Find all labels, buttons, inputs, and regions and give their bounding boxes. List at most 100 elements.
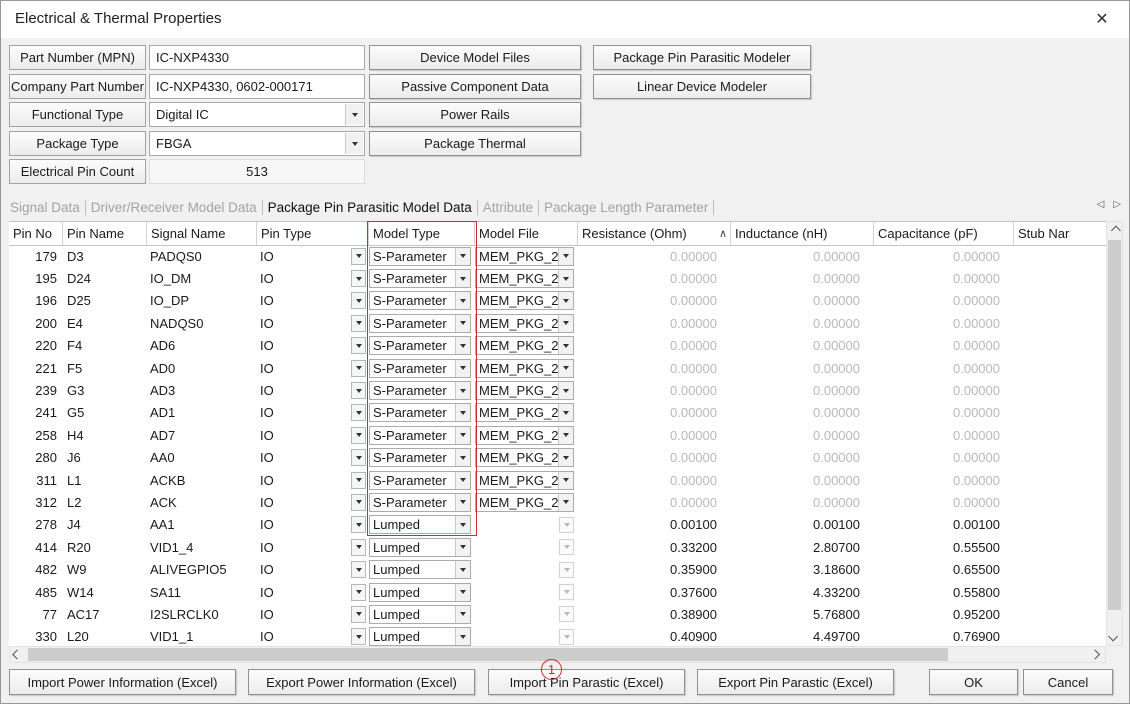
col-model-file[interactable]: Model File (475, 222, 578, 245)
model-file-select[interactable]: MEM_PKG_2 (475, 291, 574, 310)
model-file-select[interactable]: MEM_PKG_2 (475, 336, 574, 355)
model-file-select[interactable]: MEM_PKG_2 (475, 426, 574, 445)
export-pin-parastic-button[interactable]: Export Pin Parastic (Excel) (697, 669, 894, 695)
chevron-down-icon[interactable] (559, 517, 574, 533)
cell-capacitance[interactable]: 0.95200 (874, 603, 1014, 625)
cell-resistance[interactable]: 0.00000 (578, 379, 731, 401)
table-row[interactable]: 196 D25 IO_DP IO S-Parameter MEM_PKG_2 0… (9, 290, 1106, 312)
table-row[interactable]: 482 W9 ALIVEGPIO5 IO Lumped 0.35900 3. (9, 558, 1106, 580)
device-model-files-button[interactable]: Device Model Files (369, 45, 581, 70)
model-file-select[interactable] (475, 538, 574, 557)
cell-stub-narrow[interactable] (1014, 379, 1106, 401)
cell-stub-narrow[interactable] (1014, 402, 1106, 424)
chevron-down-icon[interactable] (351, 628, 366, 645)
cell-capacitance[interactable]: 0.00000 (874, 357, 1014, 379)
model-file-select[interactable]: MEM_PKG_2 (475, 403, 574, 422)
label-electrical-pin-count[interactable]: Electrical Pin Count (9, 159, 146, 184)
cell-inductance[interactable]: 0.00000 (731, 312, 874, 334)
chevron-down-icon[interactable] (351, 315, 366, 332)
cell-inductance[interactable]: 2.80700 (731, 536, 874, 558)
chevron-down-icon[interactable] (351, 449, 366, 466)
pin-type-select[interactable]: IO (257, 245, 369, 267)
cell-resistance[interactable]: 0.00000 (578, 312, 731, 334)
chevron-down-icon[interactable] (558, 472, 573, 489)
chevron-down-icon[interactable] (351, 472, 366, 489)
model-type-select[interactable]: Lumped (369, 515, 471, 534)
cell-stub-narrow[interactable] (1014, 514, 1106, 536)
chevron-down-icon[interactable] (455, 449, 470, 466)
table-row[interactable]: 258 H4 AD7 IO S-Parameter MEM_PKG_2 0.00… (9, 424, 1106, 446)
cell-stub-narrow[interactable] (1014, 581, 1106, 603)
tab-attribute[interactable]: Attribute (478, 200, 538, 215)
cell-inductance[interactable]: 0.00000 (731, 290, 874, 312)
chevron-down-icon[interactable] (559, 562, 574, 578)
pin-type-select[interactable]: IO (257, 424, 369, 446)
col-model-type[interactable]: Model Type (369, 222, 475, 245)
chevron-down-icon[interactable] (351, 539, 366, 556)
chevron-down-icon[interactable] (558, 360, 573, 377)
pin-type-select[interactable]: IO (257, 267, 369, 289)
model-type-select[interactable]: Lumped (369, 605, 471, 624)
cell-inductance[interactable]: 0.00000 (731, 245, 874, 267)
tab-package-length-parameter[interactable]: Package Length Parameter (539, 200, 713, 215)
chevron-down-icon[interactable] (455, 382, 470, 399)
cell-inductance[interactable]: 4.33200 (731, 581, 874, 603)
chevron-down-icon[interactable] (558, 427, 573, 444)
model-type-select[interactable]: S-Parameter (369, 426, 471, 445)
chevron-down-icon[interactable] (345, 133, 363, 154)
chevron-down-icon[interactable] (351, 584, 366, 601)
chevron-down-icon[interactable] (455, 292, 470, 309)
tab-scroll-left-icon[interactable]: ◁ (1097, 199, 1105, 210)
model-type-select[interactable]: S-Parameter (369, 448, 471, 467)
chevron-down-icon[interactable] (351, 606, 366, 623)
model-file-select[interactable]: MEM_PKG_2 (475, 493, 574, 512)
chevron-down-icon[interactable] (558, 292, 573, 309)
cell-resistance[interactable]: 0.35900 (578, 558, 731, 580)
cell-resistance[interactable]: 0.00100 (578, 514, 731, 536)
model-file-select[interactable]: MEM_PKG_2 (475, 448, 574, 467)
cell-capacitance[interactable]: 0.00000 (874, 424, 1014, 446)
power-rails-button[interactable]: Power Rails (369, 102, 581, 127)
pin-type-select[interactable]: IO (257, 312, 369, 334)
pin-type-select[interactable]: IO (257, 491, 369, 513)
model-file-select[interactable] (475, 627, 574, 646)
model-type-select[interactable]: S-Parameter (369, 493, 471, 512)
label-part-number[interactable]: Part Number (MPN) (9, 45, 146, 70)
model-type-select[interactable]: Lumped (369, 583, 471, 602)
cell-stub-narrow[interactable] (1014, 335, 1106, 357)
chevron-down-icon[interactable] (455, 494, 470, 511)
cell-capacitance[interactable]: 0.00000 (874, 245, 1014, 267)
table-row[interactable]: 280 J6 AA0 IO S-Parameter MEM_PKG_2 0.00… (9, 447, 1106, 469)
chevron-down-icon[interactable] (559, 629, 574, 645)
model-file-select[interactable]: MEM_PKG_2 (475, 471, 574, 490)
package-thermal-button[interactable]: Package Thermal (369, 131, 581, 156)
pin-type-select[interactable]: IO (257, 357, 369, 379)
model-type-select[interactable]: S-Parameter (369, 359, 471, 378)
chevron-down-icon[interactable] (351, 270, 366, 287)
col-signal-name[interactable]: Signal Name (147, 222, 257, 245)
chevron-down-icon[interactable] (455, 628, 470, 645)
table-row[interactable]: 239 G3 AD3 IO S-Parameter MEM_PKG_2 0.00… (9, 379, 1106, 401)
sort-ascending-icon[interactable]: ∧ (719, 227, 730, 240)
table-row[interactable]: 330 L20 VID1_1 IO Lumped 0.40900 4.497 (9, 626, 1106, 646)
cell-inductance[interactable]: 0.00000 (731, 267, 874, 289)
cell-stub-narrow[interactable] (1014, 290, 1106, 312)
cell-inductance[interactable]: 5.76800 (731, 603, 874, 625)
chevron-down-icon[interactable] (351, 360, 366, 377)
chevron-down-icon[interactable] (455, 472, 470, 489)
horizontal-scrollbar[interactable] (9, 646, 1106, 663)
model-type-select[interactable]: Lumped (369, 627, 471, 646)
cell-resistance[interactable]: 0.00000 (578, 335, 731, 357)
table-row[interactable]: 311 L1 ACKB IO S-Parameter MEM_PKG_2 0.0… (9, 469, 1106, 491)
model-file-select[interactable] (475, 515, 574, 534)
cell-stub-narrow[interactable] (1014, 469, 1106, 491)
chevron-down-icon[interactable] (351, 337, 366, 354)
chevron-down-icon[interactable] (455, 360, 470, 377)
cell-capacitance[interactable]: 0.00000 (874, 447, 1014, 469)
cell-stub-narrow[interactable] (1014, 357, 1106, 379)
table-row[interactable]: 220 F4 AD6 IO S-Parameter MEM_PKG_2 0.00… (9, 335, 1106, 357)
company-part-number-field[interactable]: IC-NXP4330, 0602-000171 (149, 74, 365, 99)
cell-capacitance[interactable]: 0.00000 (874, 469, 1014, 491)
cell-capacitance[interactable]: 0.00000 (874, 335, 1014, 357)
ok-button[interactable]: OK (929, 669, 1018, 695)
